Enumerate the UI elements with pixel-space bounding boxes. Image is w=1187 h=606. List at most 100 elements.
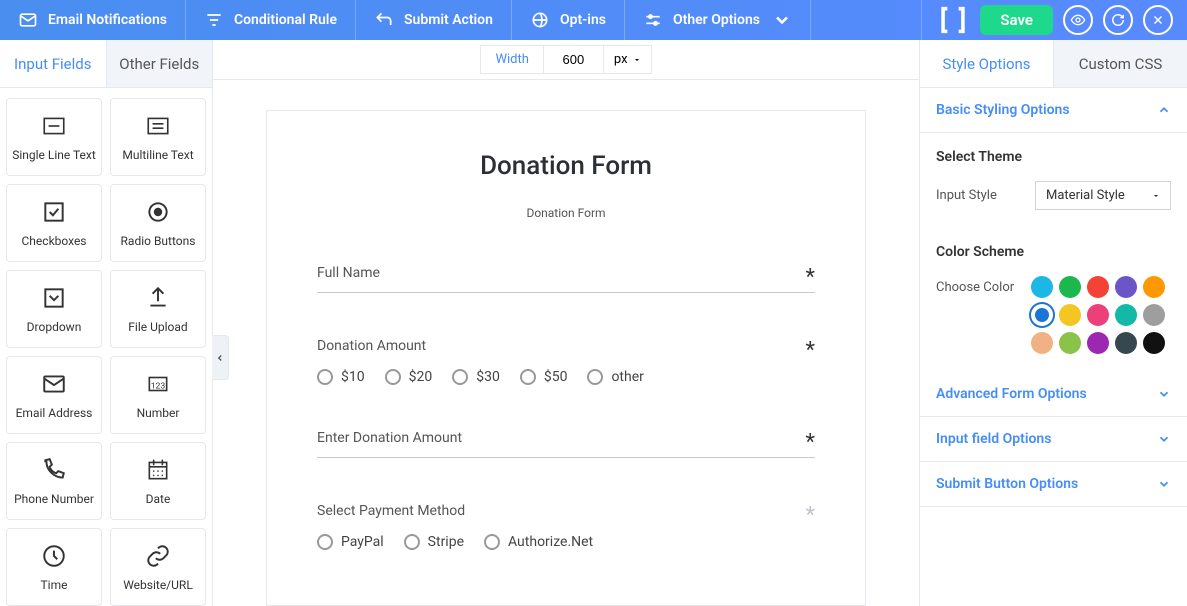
- width-unit-select[interactable]: px: [603, 45, 652, 74]
- shortcode-button[interactable]: [936, 3, 970, 37]
- field-file-upload[interactable]: File Upload: [110, 270, 206, 348]
- radio-icon: [145, 199, 171, 225]
- color-swatch[interactable]: [1115, 276, 1137, 298]
- sliders-icon: [643, 10, 663, 30]
- left-panel: Input Fields Other Fields Single Line Te…: [0, 40, 213, 606]
- tab-other-fields[interactable]: Other Fields: [106, 40, 213, 87]
- section-advanced-form[interactable]: Advanced Form Options: [920, 372, 1187, 417]
- field-label: Dropdown: [27, 320, 82, 334]
- color-swatch[interactable]: [1059, 304, 1081, 326]
- select-value: Material Style: [1046, 188, 1125, 203]
- input-style-select[interactable]: Material Style: [1035, 181, 1171, 210]
- close-button[interactable]: [1143, 5, 1173, 35]
- option-label: Input Style: [936, 188, 997, 203]
- menu-opt-ins[interactable]: Opt-ins: [512, 0, 625, 40]
- radio-option[interactable]: $10: [317, 369, 365, 385]
- reload-button[interactable]: [1103, 5, 1133, 35]
- field-enter-amount[interactable]: * Enter Donation Amount: [317, 430, 815, 458]
- color-swatch[interactable]: [1087, 332, 1109, 354]
- right-scroll[interactable]: Basic Styling Options Select Theme Input…: [920, 88, 1187, 606]
- color-swatch[interactable]: [1143, 276, 1165, 298]
- section-basic-styling[interactable]: Basic Styling Options: [920, 88, 1187, 133]
- field-multiline-text[interactable]: Multiline Text: [110, 98, 206, 176]
- radio-option[interactable]: PayPal: [317, 534, 384, 550]
- field-phone-number[interactable]: Phone Number: [6, 442, 102, 520]
- option-label: $50: [544, 369, 568, 385]
- color-swatch[interactable]: [1031, 332, 1053, 354]
- field-checkboxes[interactable]: Checkboxes: [6, 184, 102, 262]
- single-line-icon: [41, 113, 67, 139]
- option-label: Authorize.Net: [508, 534, 593, 550]
- field-number[interactable]: 123 Number: [110, 356, 206, 434]
- save-button[interactable]: Save: [980, 5, 1053, 35]
- link-icon: [145, 543, 171, 569]
- toolbar-spacer: [811, 0, 922, 40]
- color-swatch[interactable]: [1059, 276, 1081, 298]
- color-swatch[interactable]: [1143, 332, 1165, 354]
- calendar-icon: [145, 457, 171, 483]
- preview-button[interactable]: [1063, 5, 1093, 35]
- radio-option[interactable]: Stripe: [404, 534, 464, 550]
- section-input-field[interactable]: Input field Options: [920, 417, 1187, 462]
- return-icon: [374, 10, 394, 30]
- chevron-down-icon: [772, 10, 792, 30]
- field-payment-method[interactable]: * Select Payment Method PayPal Stripe Au…: [317, 503, 815, 550]
- width-label: Width: [480, 45, 542, 74]
- field-grid[interactable]: Single Line Text Multiline Text Checkbox…: [0, 88, 212, 606]
- radio-option[interactable]: other: [587, 369, 643, 385]
- tab-custom-css[interactable]: Custom CSS: [1053, 40, 1187, 87]
- phone-icon: [41, 457, 67, 483]
- color-swatch[interactable]: [1087, 304, 1109, 326]
- top-toolbar: Email Notifications Conditional Rule Sub…: [0, 0, 1187, 40]
- required-asterisk: *: [806, 265, 815, 290]
- menu-email-notifications[interactable]: Email Notifications: [0, 0, 186, 40]
- field-single-line-text[interactable]: Single Line Text: [6, 98, 102, 176]
- field-label: Select Payment Method: [317, 503, 815, 519]
- color-swatch[interactable]: [1059, 332, 1081, 354]
- color-swatch[interactable]: [1031, 276, 1053, 298]
- field-label: Checkboxes: [22, 234, 87, 248]
- field-label: Date: [146, 492, 171, 506]
- width-control-bar: Width px: [213, 40, 919, 80]
- radio-option[interactable]: $20: [385, 369, 433, 385]
- section-title: Advanced Form Options: [936, 386, 1087, 402]
- tab-style-options[interactable]: Style Options: [920, 40, 1053, 87]
- field-label: Enter Donation Amount: [317, 430, 815, 446]
- field-full-name[interactable]: * Full Name: [317, 265, 815, 293]
- color-swatch[interactable]: [1087, 276, 1109, 298]
- menu-submit-action[interactable]: Submit Action: [356, 0, 512, 40]
- canvas-scroll[interactable]: Donation Form Donation Form * Full Name …: [213, 80, 919, 606]
- color-swatch[interactable]: [1115, 304, 1137, 326]
- color-swatch[interactable]: [1143, 304, 1165, 326]
- radio-circle: [587, 369, 603, 385]
- chevron-left-icon: [215, 353, 225, 363]
- field-dropdown[interactable]: Dropdown: [6, 270, 102, 348]
- field-time[interactable]: Time: [6, 528, 102, 606]
- collapse-left-panel[interactable]: [212, 335, 229, 380]
- menu-other-options[interactable]: Other Options: [625, 0, 811, 40]
- radio-circle: [385, 369, 401, 385]
- radio-circle: [404, 534, 420, 550]
- section-submit-button[interactable]: Submit Button Options: [920, 462, 1187, 507]
- radio-option[interactable]: $30: [452, 369, 500, 385]
- radio-option[interactable]: $50: [520, 369, 568, 385]
- field-label: Donation Amount: [317, 338, 815, 354]
- color-swatch[interactable]: [1115, 332, 1137, 354]
- color-swatch[interactable]: [1031, 304, 1053, 326]
- field-donation-amount[interactable]: * Donation Amount $10 $20 $30 $50 other: [317, 338, 815, 385]
- radio-option[interactable]: Authorize.Net: [484, 534, 593, 550]
- close-icon: [1151, 13, 1165, 27]
- field-website-url[interactable]: Website/URL: [110, 528, 206, 606]
- field-radio-buttons[interactable]: Radio Buttons: [110, 184, 206, 262]
- tab-input-fields[interactable]: Input Fields: [0, 40, 106, 87]
- color-scheme-heading: Color Scheme: [920, 228, 1187, 276]
- menu-conditional-rule[interactable]: Conditional Rule: [186, 0, 356, 40]
- option-label: other: [611, 369, 643, 385]
- radio-circle: [317, 369, 333, 385]
- field-email-address[interactable]: Email Address: [6, 356, 102, 434]
- color-swatches: [1031, 276, 1171, 354]
- field-date[interactable]: Date: [110, 442, 206, 520]
- required-asterisk: *: [806, 338, 815, 363]
- email-icon: [41, 371, 67, 397]
- width-input[interactable]: [543, 45, 603, 74]
